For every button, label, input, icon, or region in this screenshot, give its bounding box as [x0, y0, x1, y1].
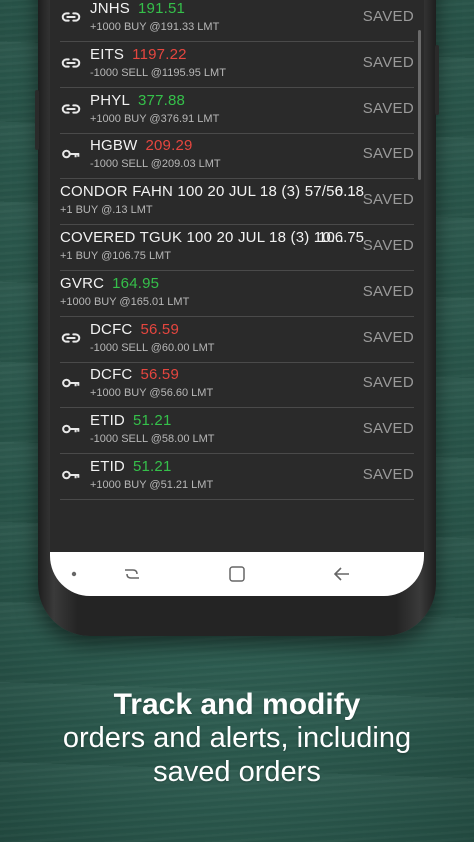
order-detail: -1000 SELL @60.00 LMT	[90, 341, 215, 354]
link-icon	[60, 52, 82, 74]
status-label: SAVED	[362, 191, 414, 209]
order-symbol: HGBW 209.29	[90, 137, 193, 154]
status-label: SAVED	[362, 466, 414, 483]
home-icon[interactable]	[225, 564, 249, 584]
status-label: SAVED	[362, 420, 414, 438]
order-row[interactable]: DCFC 56.59 -1000 SELL @60.00 LMT SAVED	[50, 317, 424, 363]
symbol-text: GVRC	[60, 274, 105, 292]
order-detail: +1000 BUY @56.60 LMT	[90, 387, 214, 400]
symbol-text: HGBW	[90, 137, 138, 155]
symbol-text: EITS	[90, 45, 125, 63]
order-row[interactable]: EITS 1197.22 -1000 SELL @1195.95 LMT SAVED	[50, 42, 424, 88]
order-row[interactable]: DCFC 56.59 +1000 BUY @56.60 LMT SAVED	[50, 362, 424, 409]
symbol-text: ETID	[90, 458, 125, 475]
order-row[interactable]: JNHS 191.51 +1000 BUY @191.33 LMT SAVED	[50, 0, 424, 42]
option-price: 106.75	[318, 229, 364, 246]
status-label: SAVED	[362, 53, 414, 71]
order-symbol: GVRC 164.95	[60, 275, 159, 292]
order-detail: +1000 BUY @165.01 LMT	[60, 295, 190, 308]
order-symbol: ETID 51.21	[90, 412, 172, 429]
order-detail: +1000 BUY @376.91 LMT	[90, 112, 220, 125]
key-icon	[60, 418, 82, 440]
last-price: 209.29	[145, 137, 193, 155]
recent-apps-icon[interactable]	[120, 564, 144, 584]
order-row[interactable]: PHYL 377.88 +1000 BUY @376.91 LMT SAVED	[50, 88, 424, 134]
status-label: SAVED	[362, 145, 414, 163]
order-symbol: PHYL 377.88	[90, 92, 185, 109]
volume-button	[35, 90, 39, 150]
symbol-text: PHYL	[90, 91, 130, 109]
scrollbar[interactable]	[418, 30, 421, 180]
last-price: 191.51	[137, 0, 186, 17]
symbol-text: JNHS	[90, 0, 130, 17]
back-icon[interactable]	[330, 564, 354, 584]
last-price: 164.95	[112, 274, 160, 292]
symbol-text: ETID	[90, 412, 125, 430]
order-detail: +1 BUY @106.75 LMT	[60, 250, 171, 262]
status-label: SAVED	[362, 282, 414, 300]
key-icon	[60, 372, 82, 394]
last-price: 1197.22	[132, 45, 187, 63]
last-price: 56.59	[140, 320, 180, 338]
symbol-text: DCFC	[90, 366, 133, 384]
order-row[interactable]: GVRC 164.95 +1000 BUY @165.01 LMT SAVED	[50, 271, 424, 317]
phone-frame: JNHS 191.51 +1000 BUY @191.33 LMT SAVED EITS…	[35, 0, 439, 636]
status-label: SAVED	[362, 99, 414, 117]
order-row[interactable]: ETID 51.21 -1000 SELL @58.00 LMT SAVED	[50, 408, 424, 455]
symbol-text: CONDOR FAHN 100 20 JUL 18 (3) 57/56...	[60, 183, 357, 201]
status-label: SAVED	[362, 374, 414, 392]
dot-icon[interactable]	[68, 564, 92, 584]
symbol-text: COVERED TGUK 100 20 JUL 18 (3) 10...	[60, 229, 344, 246]
order-detail: +1000 BUY @191.33 LMT	[90, 21, 220, 33]
order-detail: +1 BUY @.13 LMT	[60, 204, 153, 217]
order-symbol: JNHS 191.51	[90, 0, 185, 17]
order-row[interactable]: HGBW 209.29 -1000 SELL @209.03 LMT SAVED	[50, 133, 424, 180]
app-screen: JNHS 191.51 +1000 BUY @191.33 LMT SAVED EITS…	[50, 0, 424, 596]
last-price: 51.21	[132, 458, 172, 475]
order-detail: -1000 SELL @58.00 LMT	[90, 433, 215, 446]
link-icon	[60, 327, 82, 349]
android-nav-bar	[50, 552, 424, 596]
order-row[interactable]: CONDOR FAHN 100 20 JUL 18 (3) 57/56... 0.…	[50, 179, 424, 226]
headline: Track and modify	[113, 688, 361, 721]
order-symbol: CONDOR FAHN 100 20 JUL 18 (3) 57/56...	[60, 183, 356, 200]
option-price: 0.18	[334, 183, 364, 201]
order-detail: -1000 SELL @209.03 LMT	[90, 158, 221, 171]
power-button	[435, 45, 439, 115]
order-row[interactable]: COVERED TGUK 100 20 JUL 18 (3) 10... 106.…	[50, 225, 424, 271]
order-detail: -1000 SELL @1195.95 LMT	[90, 66, 226, 79]
order-symbol: DCFC 56.59	[90, 366, 179, 383]
last-price: 56.59	[140, 366, 180, 384]
subtitle-line-1: orders and alerts, including	[62, 722, 412, 754]
row-divider	[60, 499, 414, 500]
order-detail: +1000 BUY @51.21 LMT	[90, 479, 214, 491]
last-price: 377.88	[138, 91, 186, 109]
order-symbol: EITS 1197.22	[90, 46, 187, 63]
order-symbol: COVERED TGUK 100 20 JUL 18 (3) 10...	[60, 229, 344, 246]
order-row[interactable]: ETID 51.21 +1000 BUY @51.21 LMT SAVED	[50, 454, 424, 500]
key-icon	[60, 464, 82, 486]
status-label: SAVED	[362, 328, 414, 346]
link-icon	[60, 98, 82, 120]
status-label: SAVED	[362, 8, 414, 25]
last-price: 51.21	[132, 412, 172, 430]
subtitle-line-2: saved orders	[153, 756, 321, 788]
symbol-text: DCFC	[90, 320, 133, 338]
order-symbol: DCFC 56.59	[90, 321, 179, 338]
link-icon	[60, 6, 82, 28]
status-label: SAVED	[362, 237, 414, 254]
order-symbol: ETID 51.21	[90, 458, 172, 475]
key-icon	[60, 143, 82, 165]
